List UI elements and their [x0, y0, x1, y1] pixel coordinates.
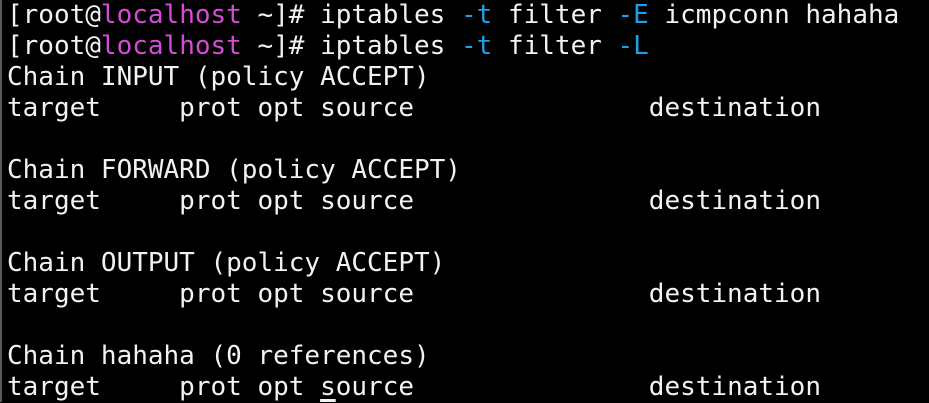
command-text: icmpconn hahaha [648, 0, 900, 30]
chain-input-title: Chain INPUT (policy ACCEPT) [7, 62, 430, 92]
option-flag: -L [617, 31, 649, 61]
option-flag: -t [460, 31, 493, 61]
chain-table-header: target prot opt source destination [7, 93, 821, 123]
header-text: ource destination [335, 372, 821, 402]
header-text: target prot opt [7, 372, 321, 402]
prompt-hostname: localhost [100, 0, 242, 30]
command-text: iptables [320, 0, 461, 30]
prompt-suffix: ~]# [241, 31, 321, 61]
text-cursor: s [320, 372, 336, 402]
chain-forward-title: Chain FORWARD (policy ACCEPT) [7, 155, 461, 185]
terminal-window[interactable]: [root@localhost ~]# iptables -t filter -… [0, 0, 929, 402]
prompt-prefix: [root@ [7, 0, 101, 30]
command-text: filter [492, 0, 618, 30]
chain-table-header: target prot opt source destination [7, 186, 821, 216]
command-line-list-chains: [root@localhost ~]# iptables -t filter -… [7, 31, 929, 62]
chain-output-title: Chain OUTPUT (policy ACCEPT) [7, 248, 446, 278]
command-line-rename-chain: [root@localhost ~]# iptables -t filter -… [7, 0, 929, 31]
chain-custom-title: Chain hahaha (0 references) [7, 341, 430, 371]
command-text: iptables [320, 31, 461, 61]
option-flag: -E [617, 0, 649, 30]
option-flag: -t [460, 0, 493, 30]
prompt-suffix: ~]# [241, 0, 321, 30]
chain-table-header-with-cursor: target prot opt source destination [7, 372, 929, 403]
chain-table-header: target prot opt source destination [7, 279, 821, 309]
prompt-hostname: localhost [100, 31, 242, 61]
prompt-prefix: [root@ [7, 31, 101, 61]
command-text: filter [492, 31, 618, 61]
